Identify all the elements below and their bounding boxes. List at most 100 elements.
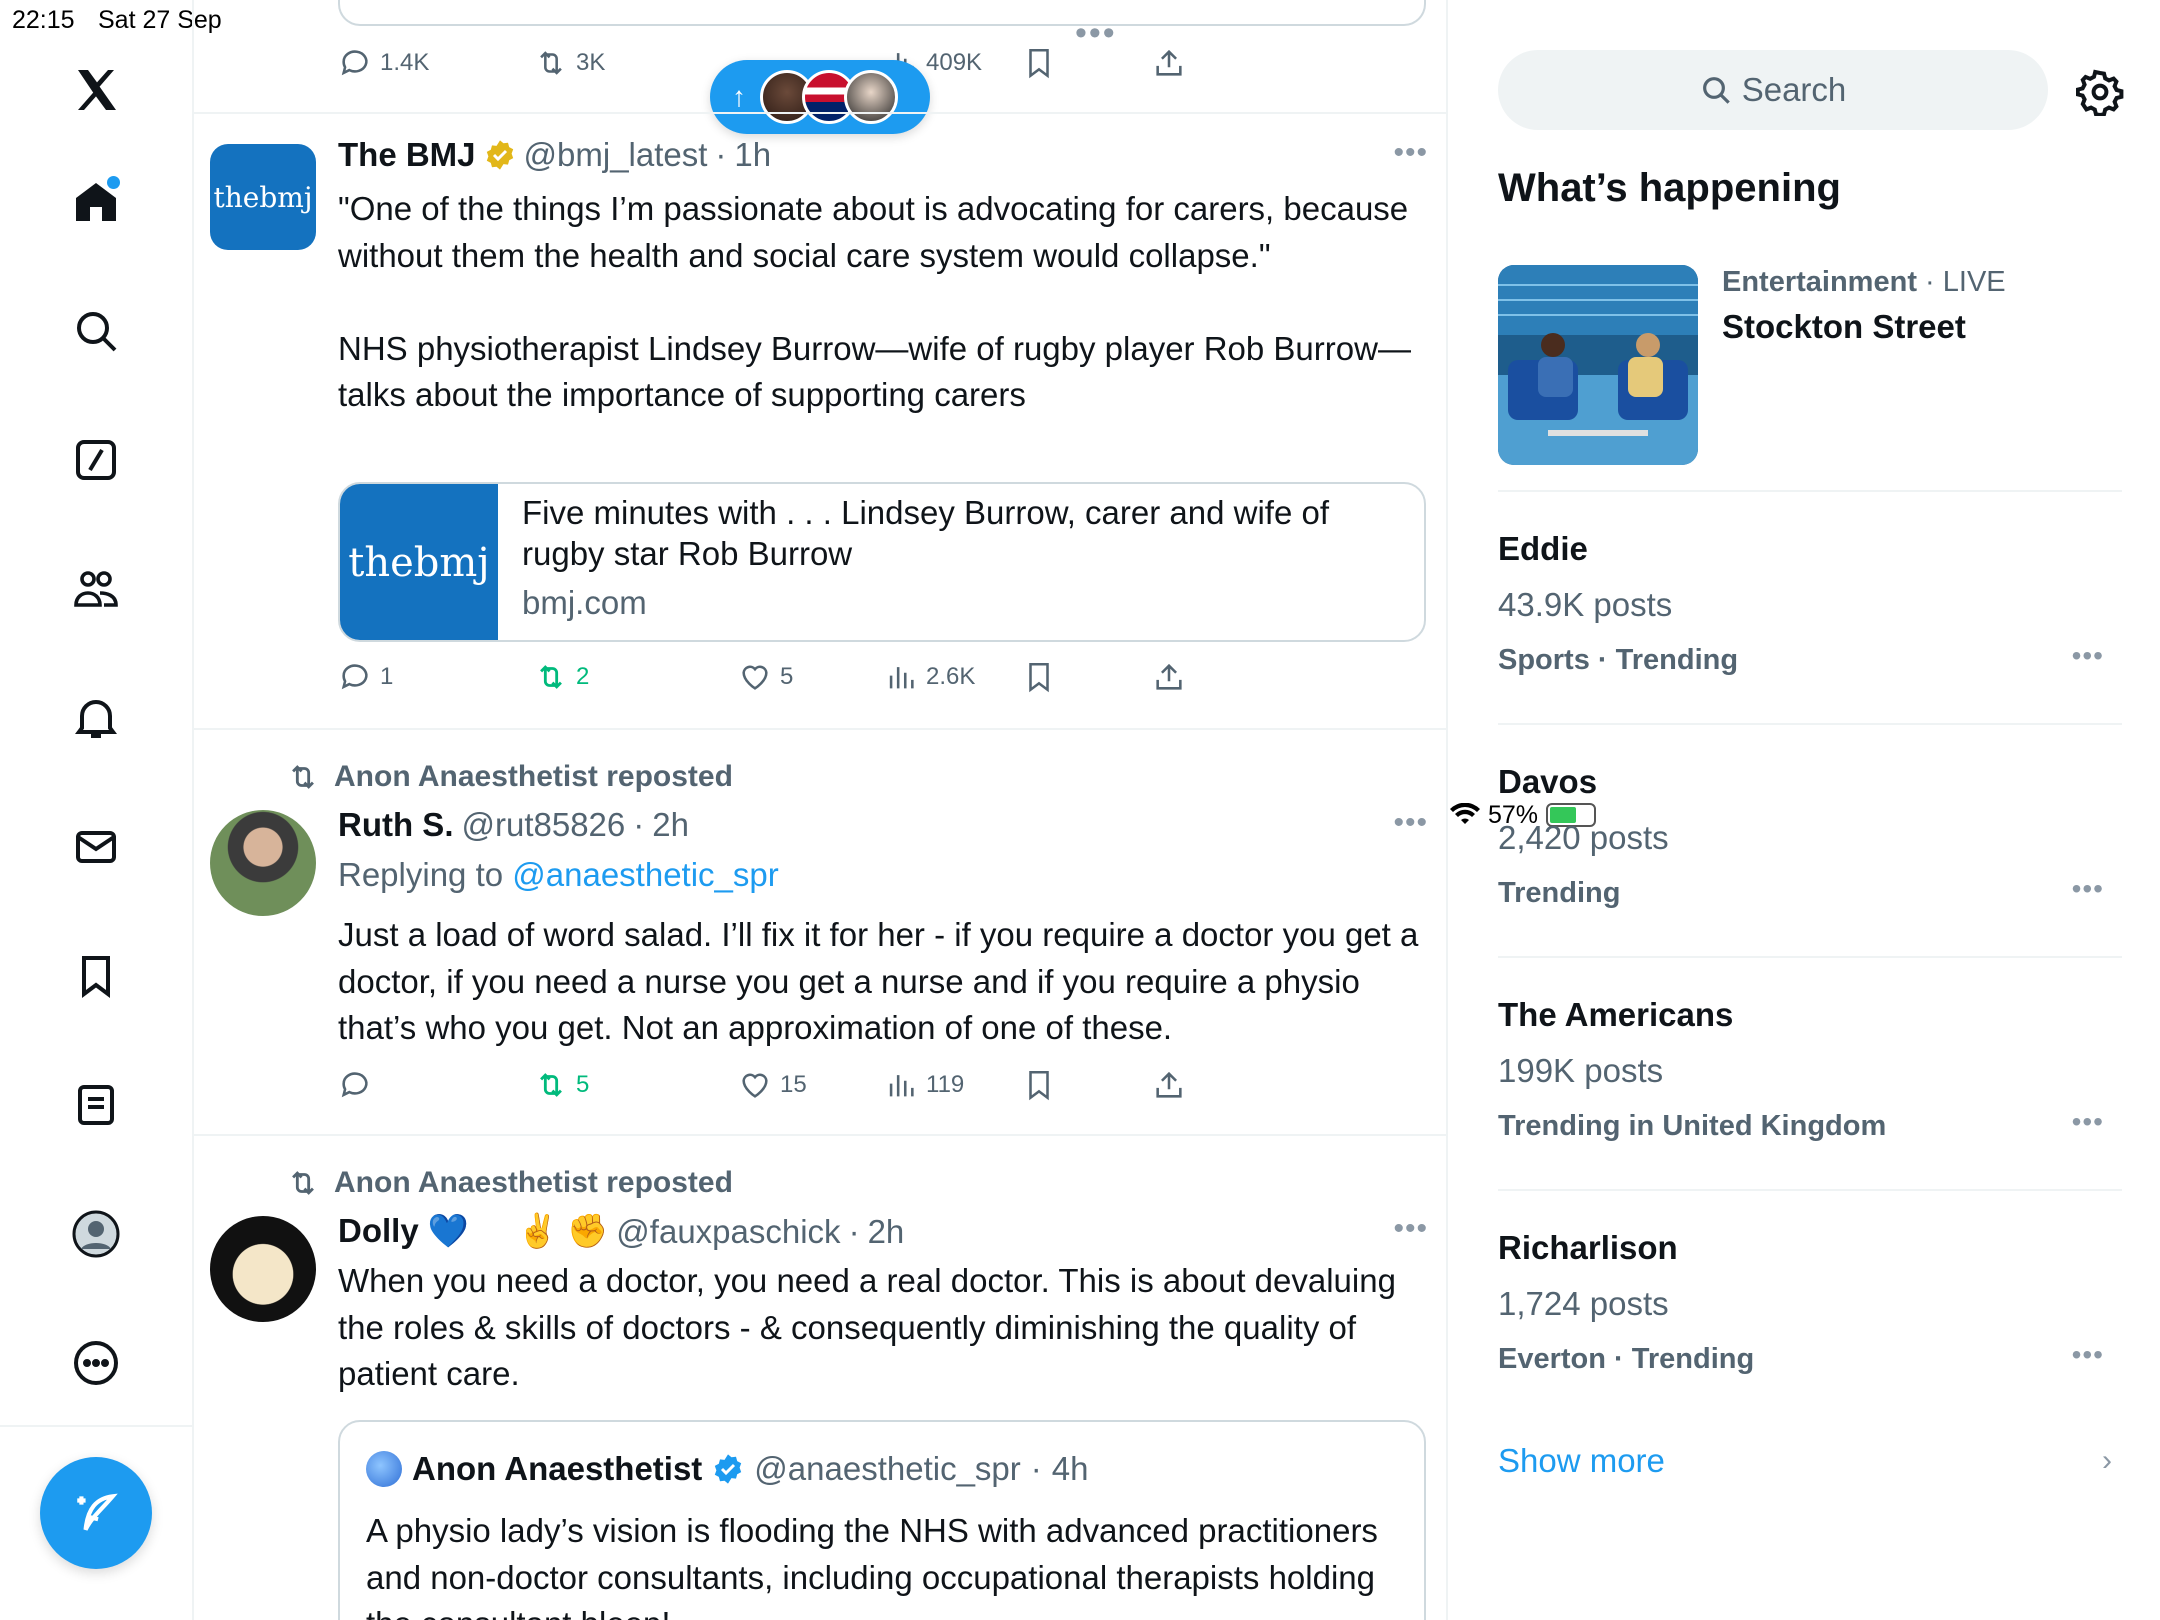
home-notification-dot: [107, 176, 120, 189]
post-more-icon[interactable]: •••: [1393, 136, 1428, 170]
home-icon[interactable]: [62, 168, 130, 236]
reply-button[interactable]: 1.4K: [338, 46, 429, 80]
trend-item[interactable]: Eddie 43.9K posts Sports · Trending •••: [1498, 530, 2122, 730]
grok-icon[interactable]: [62, 426, 130, 494]
author-handle[interactable]: @fauxpaschick: [616, 1213, 840, 1251]
share-button[interactable]: [1152, 1068, 1186, 1102]
more-icon[interactable]: [62, 1329, 130, 1397]
featured-trend-image[interactable]: [1498, 265, 1698, 465]
trend-more-icon[interactable]: •••: [2072, 1106, 2104, 1138]
quoted-post[interactable]: Anon Anaesthetist @anaesthetic_spr · 4h …: [338, 1420, 1426, 1620]
bookmark-button[interactable]: [1022, 1068, 1056, 1102]
repost-count: 3K: [576, 49, 606, 76]
post-more-icon[interactable]: •••: [1393, 806, 1428, 840]
repost-context: Anon Anaesthetist reposted: [286, 1166, 733, 1200]
reply-button[interactable]: 1: [338, 660, 393, 694]
reposted-by-text[interactable]: Anon Anaesthetist reposted: [334, 1166, 733, 1200]
bookmark-icon: [1029, 662, 1049, 693]
search-input[interactable]: Search: [1498, 50, 2048, 130]
trend-title: Eddie: [1498, 530, 1588, 567]
view-count: 119: [926, 1071, 965, 1098]
bell-icon[interactable]: [62, 684, 130, 752]
like-icon: [742, 665, 768, 690]
repost-icon: [540, 51, 562, 75]
link-card-title: Five minutes with . . . Lindsey Burrow, …: [522, 494, 1330, 572]
previous-post-media[interactable]: [338, 0, 1426, 26]
communities-icon[interactable]: [62, 555, 130, 623]
post-more-icon[interactable]: •••: [1393, 1212, 1428, 1246]
reposted-by-text[interactable]: Anon Anaesthetist reposted: [334, 760, 733, 794]
bookmark-icon: [1029, 1070, 1049, 1101]
post-ruth[interactable]: Anon Anaesthetist reposted Ruth S. @rut8…: [194, 730, 1446, 1132]
author-name-emoji: ✌️ ✊: [516, 1212, 609, 1249]
replying-to-link[interactable]: @anaesthetic_spr: [512, 856, 778, 893]
avatar[interactable]: thebmj: [210, 144, 316, 250]
trend-divider: [1498, 956, 2122, 958]
quoted-author-name: Anon Anaesthetist: [412, 1450, 703, 1487]
trend-item[interactable]: Davos 2,420 posts Trending •••: [1498, 763, 2122, 963]
featured-category-label: Entertainment: [1722, 266, 1917, 298]
show-more-link[interactable]: Show more: [1498, 1442, 1665, 1480]
trend-context: Everton · Trending: [1498, 1343, 1755, 1375]
like-button[interactable]: 5: [738, 660, 793, 694]
featured-trend-category: Entertainment · LIVE: [1722, 266, 2006, 298]
like-count: 5: [780, 663, 794, 690]
profile-icon[interactable]: [62, 1200, 130, 1268]
compose-button[interactable]: [40, 1457, 152, 1569]
trend-more-icon[interactable]: •••: [2072, 640, 2104, 672]
avatar[interactable]: [210, 810, 316, 916]
quoted-post-text: A physio lady’s vision is flooding the N…: [366, 1512, 1378, 1620]
gear-icon[interactable]: [2076, 68, 2124, 116]
avatar-logo-text: thebmj: [213, 180, 313, 214]
repost-count: 2: [576, 663, 590, 690]
views-button[interactable]: 2.6K: [884, 660, 975, 694]
author-handle[interactable]: @bmj_latest: [524, 136, 708, 174]
live-label: LIVE: [1942, 266, 2006, 298]
trend-context: Sports · Trending: [1498, 644, 1739, 676]
bookmark-button[interactable]: [1022, 46, 1056, 80]
reply-button[interactable]: [338, 1068, 372, 1102]
repost-button[interactable]: 2: [534, 660, 589, 694]
repost-button[interactable]: 3K: [534, 46, 605, 80]
bookmark-button[interactable]: [1022, 660, 1056, 694]
post-time[interactable]: 1h: [734, 136, 771, 174]
verified-gold-icon: [486, 140, 513, 170]
post-time[interactable]: 2h: [868, 1213, 905, 1251]
trend-item[interactable]: Richarlison 1,724 posts Everton · Trendi…: [1498, 1229, 2122, 1429]
repost-icon: [540, 665, 562, 689]
author-handle[interactable]: @rut85826: [461, 806, 625, 844]
post-dolly[interactable]: Anon Anaesthetist reposted Dolly 💙 ✌️ ✊ …: [194, 1136, 1446, 1620]
search-icon[interactable]: [62, 297, 130, 365]
separator: ·: [633, 806, 645, 843]
author-name[interactable]: Ruth S.: [338, 806, 453, 844]
link-card[interactable]: thebmj Five minutes with . . . Lindsey B…: [338, 482, 1426, 642]
post-actions: 5 15 119: [338, 1068, 1338, 1108]
share-button[interactable]: [1152, 660, 1186, 694]
left-nav: [0, 0, 194, 1620]
avatar[interactable]: [210, 1216, 316, 1322]
x-logo-icon[interactable]: [62, 56, 130, 124]
post-header: The BMJ @bmj_latest · 1h: [338, 136, 771, 174]
trend-more-icon[interactable]: •••: [2072, 1339, 2104, 1371]
author-name[interactable]: The BMJ: [338, 136, 476, 174]
lists-icon[interactable]: [62, 1071, 130, 1139]
trend-item[interactable]: The Americans 199K posts Trending in Uni…: [1498, 996, 2122, 1196]
repost-icon: [292, 1171, 314, 1195]
author-name[interactable]: Dolly 💙: [338, 1212, 469, 1251]
bookmark-icon[interactable]: [62, 942, 130, 1010]
post-bmj[interactable]: thebmj The BMJ @bmj_latest · 1h ••• "One…: [194, 112, 1446, 730]
link-card-domain: bmj.com: [522, 584, 647, 621]
mail-icon[interactable]: [62, 813, 130, 881]
timeline: 1.4K 3K 409K ↑ thebmj The BMJ @bmj_lates…: [194, 0, 1448, 1620]
trend-more-icon[interactable]: •••: [2072, 873, 2104, 905]
like-button[interactable]: 15: [738, 1068, 807, 1102]
share-button[interactable]: [1152, 46, 1186, 80]
featured-trend-title[interactable]: Stockton Street: [1722, 308, 1966, 346]
quoted-post-time: 4h: [1051, 1450, 1089, 1487]
repost-button[interactable]: 5: [534, 1068, 589, 1102]
whats-happening-heading: What’s happening: [1498, 166, 1841, 210]
repost-context: Anon Anaesthetist reposted: [286, 760, 733, 794]
post-time[interactable]: 2h: [652, 806, 689, 844]
views-button[interactable]: 119: [884, 1068, 964, 1102]
trend-title: The Americans: [1498, 996, 1734, 1033]
